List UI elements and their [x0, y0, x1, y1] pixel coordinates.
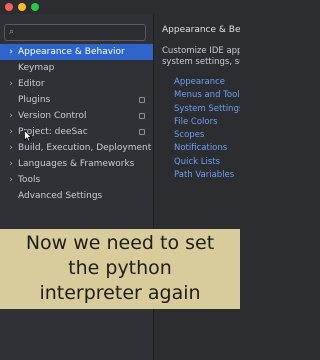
- sidebar-item-advanced-settings[interactable]: Advanced Settings: [0, 188, 153, 204]
- sidebar-item-label: Editor: [18, 79, 45, 89]
- project-scope-icon: [139, 113, 145, 119]
- sidebar-item-editor[interactable]: › Editor: [0, 76, 153, 92]
- content-link[interactable]: Appearance: [174, 76, 240, 89]
- sidebar-item-project-deesac[interactable]: › Project: deeSac: [0, 124, 153, 140]
- content-link[interactable]: System Settings: [174, 103, 240, 116]
- content-link[interactable]: Scopes: [174, 129, 240, 142]
- sidebar-item-build-execution-deployment[interactable]: › Build, Execution, Deployment: [0, 140, 153, 156]
- content-link[interactable]: Path Variables: [174, 169, 240, 182]
- content-link[interactable]: Menus and Toolb: [174, 89, 240, 102]
- caption-line: interpreter again: [39, 282, 201, 304]
- sidebar-item-label: Tools: [18, 175, 41, 185]
- caption-banner: Now we need to set the python interprete…: [0, 229, 240, 309]
- sidebar-item-label: Advanced Settings: [18, 191, 103, 201]
- caption-line: the python: [68, 257, 172, 279]
- settings-tree: › Appearance & Behavior Keymap › Editor Plugi…: [0, 44, 153, 204]
- description-line: Customize IDE app: [162, 46, 240, 56]
- project-scope-icon: [139, 129, 145, 135]
- maximize-window-button[interactable]: [31, 3, 39, 11]
- chevron-right-icon[interactable]: ›: [7, 172, 15, 188]
- mouse-cursor-icon: [24, 130, 32, 142]
- sidebar-item-label: Build, Execution, Deployment: [18, 143, 152, 153]
- chevron-right-icon[interactable]: ›: [7, 156, 15, 172]
- content-title: Appearance & Beha: [162, 25, 240, 35]
- search-icon: ⌕: [9, 27, 15, 37]
- content-link[interactable]: File Colors: [174, 116, 240, 129]
- content-link[interactable]: Quick Lists: [174, 156, 240, 169]
- minimize-window-button[interactable]: [18, 3, 26, 11]
- sidebar-item-keymap[interactable]: Keymap: [0, 60, 153, 76]
- close-window-button[interactable]: [5, 3, 13, 11]
- project-scope-icon: [139, 97, 145, 103]
- window-titlebar: [0, 0, 240, 14]
- sidebar-item-languages-frameworks[interactable]: › Languages & Frameworks: [0, 156, 153, 172]
- chevron-right-icon[interactable]: ›: [7, 124, 15, 140]
- chevron-right-icon[interactable]: ›: [7, 44, 15, 60]
- sidebar-item-label: Keymap: [18, 63, 55, 73]
- sidebar-item-label: Version Control: [18, 111, 87, 121]
- chevron-right-icon[interactable]: ›: [7, 140, 15, 156]
- sidebar-item-appearance-behavior[interactable]: › Appearance & Behavior: [0, 44, 153, 60]
- content-links: Appearance Menus and Toolb System Settings…: [174, 76, 240, 182]
- sidebar-item-plugins[interactable]: Plugins: [0, 92, 153, 108]
- content-link[interactable]: Notifications: [174, 142, 240, 155]
- chevron-right-icon[interactable]: ›: [7, 76, 15, 92]
- description-line: system settings, su: [162, 57, 240, 67]
- sidebar-item-tools[interactable]: › Tools: [0, 172, 153, 188]
- sidebar-item-label: Languages & Frameworks: [18, 159, 135, 169]
- caption-line: Now we need to set: [25, 232, 215, 254]
- chevron-right-icon[interactable]: ›: [7, 108, 15, 124]
- sidebar-item-version-control[interactable]: › Version Control: [0, 108, 153, 124]
- sidebar-item-label: Plugins: [18, 95, 51, 105]
- content-description: Customize IDE app system settings, su: [162, 46, 240, 68]
- settings-search-input[interactable]: ⌕: [4, 24, 146, 41]
- sidebar-item-label: Appearance & Behavior: [18, 47, 125, 57]
